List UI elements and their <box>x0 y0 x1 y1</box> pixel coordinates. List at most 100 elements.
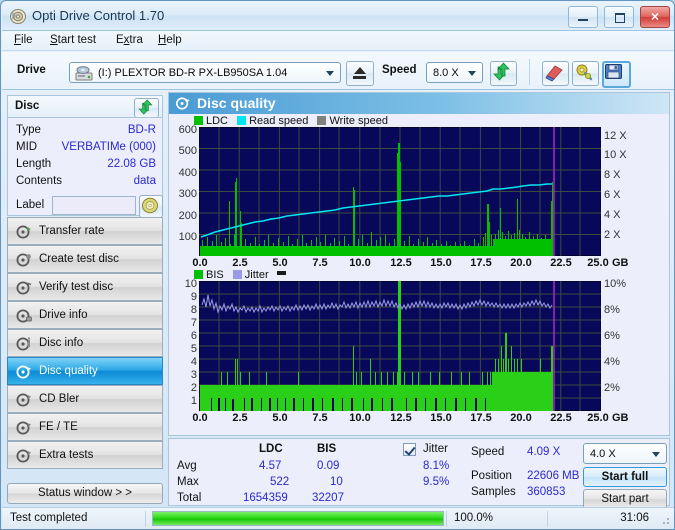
stats-panel: LDC BIS Jitter Avg 4.57 0.09 8.1% Max 52… <box>168 438 670 509</box>
settings-button[interactable] <box>572 61 599 86</box>
sidebar-item-verify-test-disc[interactable]: Verify test disc <box>7 273 163 301</box>
stats-position-label: Position <box>471 470 512 482</box>
bis-x-tick-20: 20.0 <box>510 412 532 424</box>
extra-tests-icon <box>16 448 32 464</box>
menu-bar: FFileile Start test Extra Help <box>2 31 674 51</box>
bis-x-tick-12.5: 12.5 <box>390 412 412 424</box>
resize-grip[interactable] <box>659 514 671 526</box>
sidebar-item-cd-bler[interactable]: CD Bler <box>7 385 163 413</box>
start-part-button[interactable]: Start part <box>583 489 667 509</box>
jitter-checkbox[interactable] <box>403 443 416 456</box>
ldc-x-tick-12.5: 12.5 <box>390 257 412 269</box>
ldc-chart-canvas <box>198 126 602 257</box>
ldc-y-tick-600: 600 <box>178 124 197 136</box>
legend-swatch-write-speed <box>317 116 327 125</box>
disc-row-mid: MID VERBATIMe (000) <box>8 141 164 157</box>
close-button[interactable]: ✕ <box>640 6 670 28</box>
bis-x-axis-unit: GB <box>612 412 629 424</box>
save-icon <box>604 64 623 83</box>
ldc-x-tick-7.5: 7.5 <box>312 257 328 269</box>
eject-icon <box>354 67 366 74</box>
ldc-chart[interactable] <box>198 126 602 259</box>
status-message: Test completed <box>10 512 88 524</box>
bis-y-tick-1: 1 <box>190 395 197 407</box>
speed-select[interactable]: 8.0 X <box>426 62 483 83</box>
sidebar-item-extra-tests[interactable]: Extra tests <box>7 441 163 469</box>
cd-bler-icon <box>16 392 32 408</box>
speed-label: Speed <box>382 64 417 76</box>
menu-item-help[interactable]: Help <box>154 34 186 46</box>
disc-row-value: data <box>133 175 156 187</box>
disc-row-type: Type BD-R <box>8 124 164 140</box>
disc-label-browse-button[interactable] <box>139 195 163 218</box>
sidebar-item-label: Extra tests <box>39 449 94 461</box>
sidebar-item-transfer-rate[interactable]: Transfer rate <box>7 217 163 245</box>
ldc-y-tick-400: 400 <box>178 167 197 179</box>
ldc-x-tick-2.5: 2.5 <box>232 257 248 269</box>
chevron-down-icon <box>652 452 660 457</box>
bis-y2-tick-4pct: 4% <box>604 356 620 368</box>
disc-label-input[interactable] <box>52 196 136 215</box>
sidebar-item-drive-info[interactable]: Drive info <box>7 301 163 329</box>
ldc-y-tick-100: 100 <box>178 231 197 243</box>
nav-list: Transfer rate Create test disc Verify te… <box>7 217 163 469</box>
disc-verify-icon <box>16 280 32 296</box>
menu-item-start-test[interactable]: Start test <box>46 34 100 46</box>
status-window-button[interactable]: Status window > > <box>7 483 163 504</box>
drive-select[interactable]: (I:) PLEXTOR BD-R PX-LB950SA 1.04 <box>69 62 341 83</box>
disc-quality-icon <box>16 364 32 380</box>
ldc-x-tick-22.5: 22.5 <box>550 257 572 269</box>
bis-jitter-chart[interactable] <box>198 280 602 414</box>
refresh-button[interactable] <box>490 61 517 86</box>
stats-avg-jitter: 8.1% <box>423 460 450 472</box>
bis-y-tick-10: 10 <box>184 278 197 290</box>
disc-row-key: Type <box>16 124 41 136</box>
stats-samples-value: 360853 <box>527 486 566 498</box>
sidebar-item-fe-te[interactable]: FE / TE <box>7 413 163 441</box>
chevron-down-icon <box>326 71 334 76</box>
start-full-button[interactable]: Start full <box>583 467 667 487</box>
sidebar-item-label: Disc quality <box>39 365 98 377</box>
fe-te-icon <box>16 420 32 436</box>
ldc-x-axis-unit: GB <box>612 257 629 269</box>
sidebar-item-disc-info[interactable]: Disc info <box>7 329 163 357</box>
ldc-y-tick-300: 300 <box>178 188 197 200</box>
sidebar-item-disc-quality[interactable]: Disc quality <box>7 357 163 385</box>
save-button[interactable] <box>602 61 631 88</box>
disc-row-contents: Contents data <box>8 175 164 191</box>
erase-button[interactable] <box>542 61 569 86</box>
menu-item-extra[interactable]: Extra <box>112 34 147 46</box>
bis-x-tick-5: 5.0 <box>272 412 288 424</box>
panel-title: Disc quality <box>197 95 276 111</box>
bis-y-tick-4: 4 <box>190 356 197 368</box>
legend-swatch-extra <box>276 271 286 275</box>
disc-info-panel: Type BD-R MID VERBATIMe (000) Length 22.… <box>7 117 164 218</box>
stats-row-label-max: Max <box>177 476 199 488</box>
ldc-x-tick-15: 15.0 <box>430 257 452 269</box>
bis-x-tick-17.5: 17.5 <box>470 412 492 424</box>
legend-label-bis: BIS <box>206 269 224 281</box>
sidebar-item-create-test-disc[interactable]: Create test disc <box>7 245 163 273</box>
disc-panel-title: Disc <box>15 100 40 112</box>
test-speed-select[interactable]: 4.0 X <box>583 443 667 464</box>
sidebar-item-label: Transfer rate <box>39 225 105 237</box>
disc-refresh-button[interactable] <box>134 98 159 118</box>
stats-position-value: 22606 MB <box>527 470 580 482</box>
maximize-button[interactable] <box>603 6 634 28</box>
disc-row-value: VERBATIMe (000) <box>61 141 156 153</box>
minimize-button[interactable] <box>567 6 598 28</box>
disc-label-caption: Label <box>16 199 45 211</box>
menu-item-file[interactable]: FFileile <box>10 34 37 46</box>
ldc-y2-tick-6x: 6 X <box>604 189 621 201</box>
bis-x-tick-22.5: 22.5 <box>550 412 572 424</box>
eject-button[interactable] <box>346 61 374 86</box>
bis-y-tick-9: 9 <box>190 291 197 303</box>
ldc-y2-tick-2x: 2 X <box>604 229 621 241</box>
bis-y2-tick-8pct: 8% <box>604 304 620 316</box>
toolbar-divider <box>529 59 530 85</box>
legend-label-jitter: Jitter <box>244 269 269 281</box>
refresh-icon <box>491 62 512 84</box>
drive-label: Drive <box>17 64 46 76</box>
disc-quality-icon <box>175 96 191 111</box>
disc-panel-header: Disc <box>7 95 163 118</box>
